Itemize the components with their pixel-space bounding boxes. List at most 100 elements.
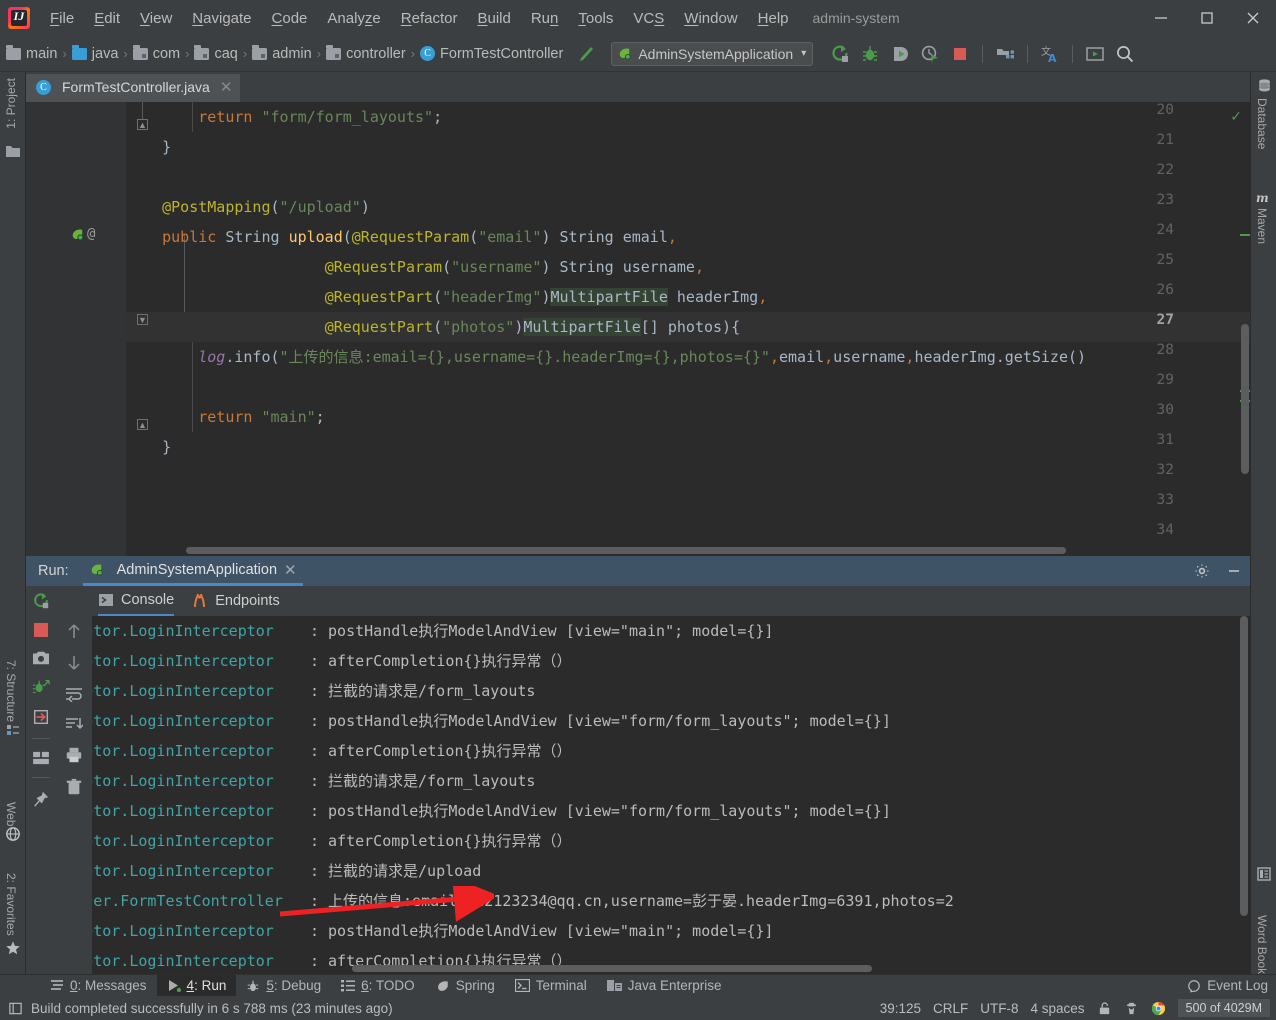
- menu-file[interactable]: File: [40, 6, 84, 31]
- breadcrumb-item-admin[interactable]: admin: [252, 44, 312, 62]
- sidebar-item-web[interactable]: Web: [4, 802, 18, 826]
- maximize-button[interactable]: [1184, 0, 1230, 36]
- editor-horizontal-scrollbar[interactable]: [186, 547, 1066, 554]
- bottom-tab-6-todo[interactable]: 6: TODO: [331, 975, 425, 997]
- present-icon[interactable]: [1082, 41, 1108, 67]
- scroll-to-end-icon[interactable]: [65, 716, 83, 732]
- menu-analyze[interactable]: Analyze: [317, 6, 390, 31]
- sidebar-item-favorites[interactable]: 2: Favorites: [4, 873, 18, 936]
- console-horizontal-scrollbar[interactable]: [352, 965, 872, 972]
- menu-refactor[interactable]: Refactor: [391, 6, 468, 31]
- toolbar-icons: 文 A: [827, 41, 1138, 67]
- rerun-icon[interactable]: [32, 592, 50, 610]
- soft-wrap-icon[interactable]: [65, 686, 83, 702]
- gutter-annotations-line24[interactable]: @: [70, 226, 95, 242]
- breadcrumb-label: admin: [272, 45, 312, 62]
- package-icon: [194, 44, 210, 60]
- minimize-button[interactable]: [1138, 0, 1184, 36]
- indent-setting[interactable]: 4 spaces: [1031, 1001, 1085, 1016]
- chrome-icon[interactable]: [1151, 1001, 1166, 1016]
- run-config-tab[interactable]: AdminSystemApplication ✕: [82, 556, 303, 586]
- bottom-tab-4-run[interactable]: 4: Run: [156, 974, 237, 997]
- menu-view[interactable]: View: [130, 6, 182, 31]
- annotation-marker-icon[interactable]: @: [87, 226, 95, 242]
- tab-console[interactable]: Console: [98, 586, 175, 616]
- run-with-coverage-icon[interactable]: [887, 41, 913, 67]
- editor-tab-formtestcontroller[interactable]: C FormTestController.java ✕: [26, 74, 241, 102]
- code-line-21: }: [126, 138, 172, 156]
- caret-position[interactable]: 39:125: [880, 1001, 921, 1016]
- sidebar-item-database[interactable]: Database: [1255, 98, 1269, 149]
- exit-icon[interactable]: [32, 708, 50, 726]
- close-button[interactable]: [1230, 0, 1276, 36]
- profiler-icon[interactable]: [917, 41, 943, 67]
- bottom-tab-terminal[interactable]: Terminal: [505, 975, 597, 997]
- bottom-tab-5-debug[interactable]: 5: Debug: [236, 975, 331, 997]
- hector-icon[interactable]: [1124, 1001, 1139, 1016]
- minimize-icon[interactable]: [1226, 563, 1242, 579]
- memory-indicator[interactable]: 500 of 4029M: [1177, 999, 1270, 1017]
- breadcrumb-item-main[interactable]: main: [6, 44, 57, 62]
- editor-gutter[interactable]: [26, 102, 126, 556]
- console-vertical-scrollbar[interactable]: [1240, 616, 1248, 916]
- bottom-tab-java-enterprise[interactable]: Java Enterprise: [597, 975, 732, 997]
- stop-icon[interactable]: [947, 41, 973, 67]
- breadcrumb-item-formtestcontroller[interactable]: C FormTestController: [420, 46, 563, 62]
- bottom-tab-0-messages[interactable]: 0: Messages: [40, 975, 157, 997]
- menu-navigate[interactable]: Navigate: [182, 6, 261, 31]
- tab-endpoints[interactable]: Endpoints: [192, 586, 280, 616]
- menu-vcs[interactable]: VCS: [623, 6, 674, 31]
- run-icon[interactable]: [827, 41, 853, 67]
- breadcrumb-item-caq[interactable]: caq: [194, 44, 238, 62]
- close-icon[interactable]: ✕: [284, 561, 297, 579]
- menu-help[interactable]: Help: [748, 6, 799, 31]
- search-everywhere-icon[interactable]: [1112, 41, 1138, 67]
- menu-code[interactable]: Code: [262, 6, 318, 31]
- sidebar-item-structure[interactable]: 7: Structure: [4, 660, 18, 722]
- package-icon: [326, 44, 342, 60]
- sidebar-item-wordbook[interactable]: Word Book: [1255, 915, 1269, 974]
- bottom-tab-label: Spring: [455, 978, 495, 993]
- file-encoding[interactable]: UTF-8: [980, 1001, 1018, 1016]
- gear-icon[interactable]: [1194, 563, 1210, 579]
- menu-window[interactable]: Window: [674, 6, 747, 31]
- editor-vertical-scrollbar[interactable]: [1241, 324, 1249, 474]
- sidebar-item-project[interactable]: 1: Project: [4, 78, 18, 129]
- breadcrumb-item-java[interactable]: java: [71, 44, 118, 62]
- code-canvas[interactable]: ▲ ▼ ▲ 20 21 22 23 24 25 26 27 28 29 30 31 32 33 34 ret…: [26, 102, 1250, 556]
- menu-edit[interactable]: Edit: [84, 6, 130, 31]
- line-separator[interactable]: CRLF: [933, 1001, 968, 1016]
- run-icon: [167, 979, 181, 992]
- spring-bean-icon[interactable]: [70, 227, 85, 242]
- bottom-tab-spring[interactable]: Spring: [425, 975, 505, 997]
- breadcrumb-item-com[interactable]: com: [132, 44, 180, 62]
- event-log-button[interactable]: Event Log: [1187, 978, 1268, 993]
- down-arrow-icon[interactable]: [66, 654, 82, 672]
- sidebar-item-maven[interactable]: Maven: [1255, 208, 1269, 244]
- build-icon[interactable]: [575, 43, 597, 65]
- trash-icon[interactable]: [65, 778, 83, 796]
- console-output[interactable]: nterceptor.LoginInterceptor : postHandle…: [92, 616, 1250, 974]
- stop-icon[interactable]: [33, 622, 49, 638]
- translate-icon[interactable]: 文 A: [1037, 41, 1063, 67]
- code-line-30: return "main";: [198, 408, 325, 426]
- run-configuration-selector[interactable]: AdminSystemApplication ▾: [611, 41, 814, 66]
- attach-debugger-icon[interactable]: [32, 678, 50, 696]
- layout-icon[interactable]: [32, 751, 50, 765]
- breadcrumb[interactable]: main › java › com › caq › admin › controller › C Form…: [6, 44, 563, 62]
- menu-tools[interactable]: Tools: [568, 6, 623, 31]
- project-structure-icon[interactable]: [992, 41, 1018, 67]
- screenshot-icon[interactable]: [32, 650, 50, 666]
- close-icon[interactable]: ✕: [220, 78, 233, 96]
- unlocked-icon[interactable]: [1097, 1001, 1112, 1016]
- menu-build[interactable]: Build: [467, 6, 520, 31]
- debug-icon[interactable]: [857, 41, 883, 67]
- print-icon[interactable]: [65, 746, 83, 764]
- breadcrumb-item-controller[interactable]: controller: [326, 44, 406, 62]
- up-arrow-icon[interactable]: [66, 622, 82, 640]
- inspection-status-icon[interactable]: ✓: [1230, 108, 1242, 125]
- menu-run[interactable]: Run: [521, 6, 569, 31]
- todo-icon: [341, 979, 356, 992]
- breadcrumb-separator: ›: [62, 46, 67, 61]
- pin-icon[interactable]: [32, 790, 50, 808]
